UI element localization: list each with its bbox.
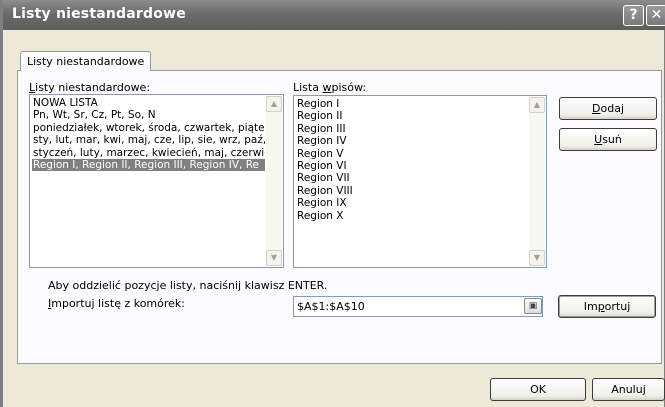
list-item[interactable]: poniedziałek, wtorek, środa, czwartek, p… xyxy=(32,122,265,134)
list-item[interactable]: Region IV xyxy=(296,135,528,147)
list-item[interactable]: Region II xyxy=(296,110,528,122)
list-item[interactable]: Region III xyxy=(296,123,528,135)
separator-hint: Aby oddzielić pozycje listy, naciśnij kl… xyxy=(48,279,328,292)
entries-label: Lista wpisów: xyxy=(293,81,367,94)
scroll-down-arrow-icon[interactable]: ▼ xyxy=(529,250,545,266)
title-bar[interactable]: Listy niestandardowe ? ✕ xyxy=(3,0,665,30)
list-item[interactable]: Region VIII xyxy=(296,185,528,197)
import-from-label: Importuj listę z komórek: xyxy=(48,297,186,310)
help-icon[interactable]: ? xyxy=(623,5,644,26)
ok-button[interactable]: OK xyxy=(490,378,586,401)
list-item[interactable]: Pn, Wt, Śr, Cz, Pt, So, N xyxy=(32,109,265,121)
list-item[interactable]: Region I xyxy=(296,98,528,110)
add-button[interactable]: Dodaj xyxy=(559,97,657,120)
list-item[interactable]: Region V xyxy=(296,148,528,160)
dialog-window: Listy niestandardowe ? ✕ Listy niestanda… xyxy=(0,0,665,407)
custom-lists-items: NOWA LISTA Pn, Wt, Śr, Cz, Pt, So, Nponie… xyxy=(32,97,265,172)
scroll-up-arrow-icon[interactable]: ▲ xyxy=(529,97,545,113)
custom-lists-listbox[interactable]: NOWA LISTA Pn, Wt, Śr, Cz, Pt, So, Nponie… xyxy=(29,94,284,268)
entries-scrollbar[interactable]: ▲ ▼ xyxy=(529,97,545,266)
list-item[interactable]: Region X xyxy=(296,210,528,222)
list-item[interactable]: Region VII xyxy=(296,172,528,184)
list-item[interactable]: Region I, Region II, Region III, Region … xyxy=(32,158,265,172)
list-item[interactable]: styczeń, luty, marzec, kwiecień, maj, cz… xyxy=(32,147,265,159)
list-item[interactable]: Region VI xyxy=(296,160,528,172)
entries-items: Region I Region II Region III Region IV Regi… xyxy=(296,98,528,222)
list-item[interactable]: Region IX xyxy=(296,197,528,209)
delete-button[interactable]: Usuń xyxy=(559,128,657,151)
import-range-input[interactable]: $A$1:$A$10 xyxy=(293,296,543,317)
close-icon[interactable]: ✕ xyxy=(646,5,665,26)
cancel-button[interactable]: Anuluj xyxy=(592,378,665,401)
tab-custom-lists[interactable]: Listy niestandardowe xyxy=(20,51,151,71)
collapse-dialog-icon[interactable]: ▣ xyxy=(524,298,542,314)
list-item[interactable]: NOWA LISTA xyxy=(32,97,265,109)
scroll-down-arrow-icon[interactable]: ▼ xyxy=(266,250,282,266)
window-title: Listy niestandardowe xyxy=(12,6,186,22)
import-button[interactable]: Importuj xyxy=(558,295,656,318)
custom-lists-label: Listy niestandardowe: xyxy=(29,81,151,94)
scroll-up-arrow-icon[interactable]: ▲ xyxy=(266,96,282,112)
custom-lists-scrollbar[interactable]: ▲ ▼ xyxy=(266,96,282,266)
entries-textarea[interactable]: Region I Region II Region III Region IV Regi… xyxy=(293,95,547,268)
list-item[interactable]: sty, lut, mar, kwi, maj, cze, lip, sie, … xyxy=(32,134,265,146)
